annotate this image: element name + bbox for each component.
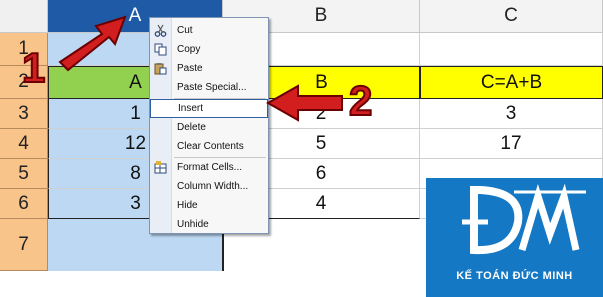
- logo-text: KẾ TOÁN ĐỨC MINH: [456, 270, 573, 282]
- annotation-step-2: 2: [348, 76, 373, 125]
- brand-logo: KẾ TOÁN ĐỨC MINH: [426, 178, 603, 297]
- annotation-step-1: 1: [21, 43, 46, 92]
